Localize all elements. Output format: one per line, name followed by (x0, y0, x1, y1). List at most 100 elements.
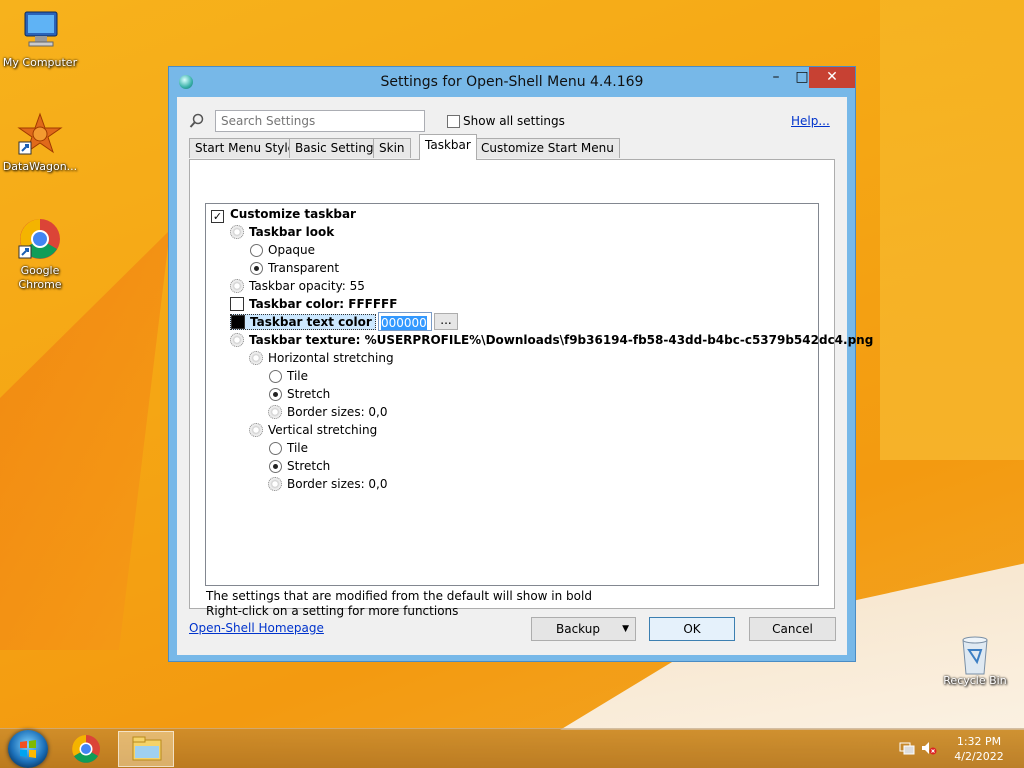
desktop-icon-my-computer[interactable]: My Computer (0, 8, 80, 70)
taskbar-chrome[interactable] (58, 731, 114, 767)
radio-selected-icon[interactable] (269, 388, 282, 401)
tab-start-menu-style[interactable]: Start Menu Style (189, 138, 302, 158)
close-button[interactable]: ✕ (809, 67, 855, 88)
tree-item-taskbar-texture[interactable]: Taskbar texture: %USERPROFILE%\Downloads… (230, 331, 873, 349)
tree-item-taskbar-text-color[interactable]: Taskbar text color 000000 ... (230, 312, 460, 331)
tree-item-v-tile[interactable]: Tile (269, 439, 308, 457)
desktop-icon-recycle-bin[interactable]: Recycle Bin (935, 632, 1015, 688)
cancel-button[interactable]: Cancel (749, 617, 836, 641)
settings-tree[interactable]: ✓ Customize taskbar Taskbar look Opaque T… (205, 203, 873, 586)
text-color-edit-field[interactable]: 000000 (378, 312, 432, 331)
show-all-label: Show all settings (463, 114, 565, 128)
desktop-icon-datawagon[interactable]: DataWagon... (0, 112, 80, 174)
gear-icon (249, 423, 263, 437)
tree-item-label: Opaque (268, 243, 316, 257)
homepage-link[interactable]: Open-Shell Homepage (189, 621, 324, 635)
tab-panel: ✓ Customize taskbar Taskbar look Opaque T… (189, 159, 873, 618)
text-color-value: 000000 (381, 316, 427, 330)
radio-icon[interactable] (269, 370, 282, 383)
window-title: Settings for Open-Shell Menu 4.4.169 (380, 74, 644, 90)
taskbar: 1:32 PM 4/2/2022 (0, 728, 1024, 768)
chrome-icon (17, 216, 63, 262)
settings-window: Settings for Open-Shell Menu 4.4.169 – □… (168, 66, 873, 662)
gear-icon (268, 405, 282, 419)
radio-icon[interactable] (269, 442, 282, 455)
tree-item-label: Border sizes: 0,0 (287, 405, 388, 419)
backup-button[interactable]: Backup ▼ (531, 617, 636, 641)
tree-item-customize-taskbar[interactable]: ✓ Customize taskbar (211, 205, 356, 223)
gear-icon (230, 279, 244, 293)
tree-item-label: Taskbar text color (250, 315, 372, 329)
desktop-icon-label: My Computer (2, 56, 78, 69)
clock[interactable]: 1:32 PM 4/2/2022 (944, 734, 1014, 764)
tree-item-label: Horizontal stretching (268, 351, 394, 365)
tree-item-label: Tile (287, 369, 309, 383)
computer-icon (17, 8, 63, 54)
note-bold-settings: The settings that are modified from the … (206, 589, 592, 603)
browse-color-button[interactable]: ... (434, 313, 458, 330)
recycle-bin-icon (955, 632, 995, 675)
dialog-client: Show all settings Help... Start Menu Sty… (177, 97, 873, 655)
show-all-checkbox[interactable] (447, 115, 460, 128)
start-button[interactable] (8, 730, 48, 768)
clock-date: 4/2/2022 (954, 750, 1004, 763)
windows-logo-icon (20, 740, 36, 758)
gear-icon (268, 477, 282, 491)
gear-icon (230, 225, 244, 239)
tree-item-taskbar-color[interactable]: Taskbar color: FFFFFF (230, 295, 397, 313)
tree-item-label: Transparent (268, 261, 340, 275)
checkbox-checked-icon[interactable]: ✓ (211, 210, 224, 223)
desktop-icon-label: Recycle Bin (943, 674, 1007, 687)
backup-label: Backup (556, 622, 600, 636)
tree-item-label: Vertical stretching (268, 423, 378, 437)
datawagon-icon (17, 112, 63, 158)
desktop-icon-google-chrome[interactable]: Google Chrome (0, 216, 80, 292)
tree-item-vertical-stretching[interactable]: Vertical stretching (249, 421, 377, 439)
wallpaper-shape (0, 230, 170, 650)
help-link[interactable]: Help... (791, 114, 830, 128)
tree-item-taskbar-look[interactable]: Taskbar look (230, 223, 334, 241)
tree-item-h-stretch[interactable]: Stretch (269, 385, 330, 403)
tree-item-opaque[interactable]: Opaque (250, 241, 315, 259)
ok-button[interactable]: OK (649, 617, 735, 641)
chrome-icon (72, 735, 100, 763)
volume-muted-icon[interactable] (921, 741, 937, 755)
tree-item-label: Customize taskbar (230, 207, 356, 221)
search-input[interactable] (215, 110, 425, 132)
minimize-button[interactable]: – (763, 67, 789, 88)
tree-item-horizontal-stretching[interactable]: Horizontal stretching (249, 349, 394, 367)
wallpaper-shape (880, 0, 1024, 460)
folder-icon (132, 736, 162, 761)
tree-item-label: Taskbar look (249, 225, 335, 239)
title-bar[interactable]: Settings for Open-Shell Menu 4.4.169 – □… (169, 67, 855, 97)
tab-taskbar[interactable]: Taskbar (419, 134, 477, 160)
tab-basic-settings[interactable]: Basic Settings (289, 138, 386, 158)
tree-item-label: Taskbar color: FFFFFF (249, 297, 398, 311)
tree-item-h-border-sizes[interactable]: Border sizes: 0,0 (268, 403, 388, 421)
color-swatch-icon (230, 297, 244, 311)
radio-selected-icon[interactable] (250, 262, 263, 275)
radio-icon[interactable] (250, 244, 263, 257)
tree-item-taskbar-opacity[interactable]: Taskbar opacity: 55 (230, 277, 365, 295)
desktop-icon-label: Google Chrome (18, 264, 62, 291)
clock-time: 1:32 PM (956, 735, 1002, 748)
tree-item-v-border-sizes[interactable]: Border sizes: 0,0 (268, 475, 388, 493)
tree-item-h-tile[interactable]: Tile (269, 367, 308, 385)
tree-item-v-stretch[interactable]: Stretch (269, 457, 330, 475)
tab-customize-start-menu[interactable]: Customize Start Menu (475, 138, 620, 158)
color-swatch-icon (231, 315, 245, 329)
gear-icon (230, 333, 244, 347)
tree-item-transparent[interactable]: Transparent (250, 259, 339, 277)
tree-item-label: Taskbar texture: %USERPROFILE%\Downloads… (249, 333, 874, 347)
tree-item-label: Stretch (287, 387, 331, 401)
network-icon[interactable] (899, 741, 915, 755)
selected-row: Taskbar text color (230, 314, 376, 330)
dropdown-arrow-icon: ▼ (622, 624, 629, 634)
search-icon (189, 113, 205, 129)
tab-skin[interactable]: Skin (373, 138, 411, 158)
tree-item-label: Stretch (287, 459, 331, 473)
radio-selected-icon[interactable] (269, 460, 282, 473)
taskbar-file-explorer[interactable] (118, 731, 174, 767)
tree-item-label: Border sizes: 0,0 (287, 477, 388, 491)
gear-icon (249, 351, 263, 365)
